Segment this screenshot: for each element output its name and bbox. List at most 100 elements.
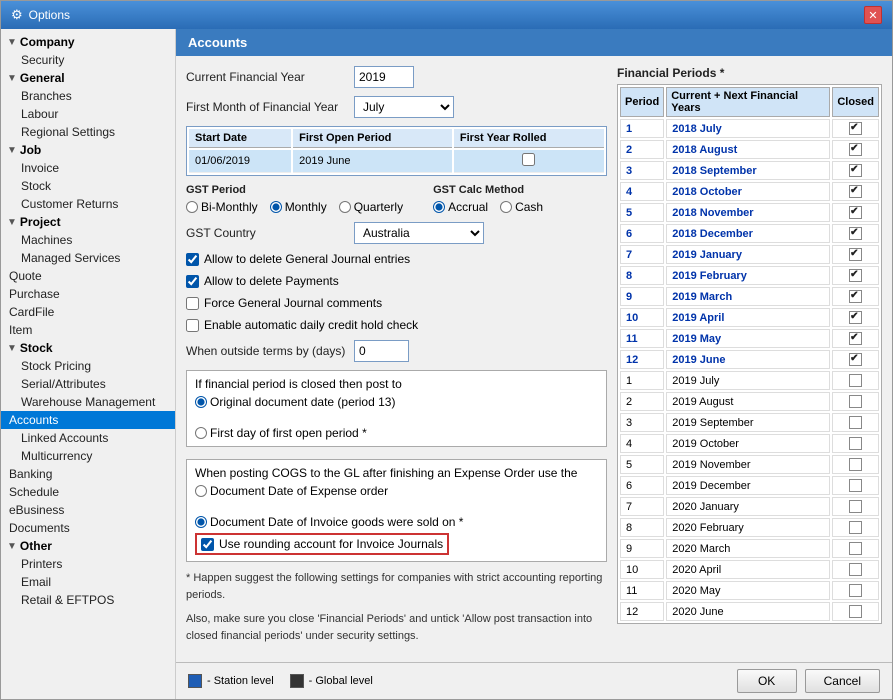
table-row[interactable]: 82020 February xyxy=(620,518,879,537)
sidebar-item-regional[interactable]: Regional Settings xyxy=(1,123,175,141)
period-closed-checkbox[interactable] xyxy=(849,164,862,177)
ok-button[interactable]: OK xyxy=(737,669,797,693)
period-closed-checkbox[interactable] xyxy=(849,437,862,450)
gst-bimonthly-radio[interactable] xyxy=(186,201,198,213)
table-row[interactable]: 92020 March xyxy=(620,539,879,558)
table-row[interactable]: 62019 December xyxy=(620,476,879,495)
sidebar-item-banking[interactable]: Banking xyxy=(1,465,175,483)
period-closed-checkbox[interactable] xyxy=(849,500,862,513)
original-date-option[interactable]: Original document date (period 13) xyxy=(195,395,598,409)
sidebar-item-multicurrency[interactable]: Multicurrency xyxy=(1,447,175,465)
sidebar-item-printers[interactable]: Printers xyxy=(1,555,175,573)
original-date-radio[interactable] xyxy=(195,396,207,408)
first-rolled-checkbox[interactable] xyxy=(522,153,535,166)
sidebar-item-general[interactable]: ▼ General xyxy=(1,69,175,87)
gst-bimonthly-option[interactable]: Bi-Monthly xyxy=(186,200,258,214)
period-closed-checkbox[interactable] xyxy=(849,227,862,240)
table-row[interactable]: 72019 January xyxy=(620,245,879,264)
period-closed-checkbox[interactable] xyxy=(849,605,862,618)
table-row[interactable]: 52019 November xyxy=(620,455,879,474)
sidebar-item-warehouse[interactable]: Warehouse Management xyxy=(1,393,175,411)
period-closed-checkbox[interactable] xyxy=(849,122,862,135)
sidebar-item-email[interactable]: Email xyxy=(1,573,175,591)
sidebar-item-security[interactable]: Security xyxy=(1,51,175,69)
invoice-date-radio[interactable] xyxy=(195,516,207,528)
period-closed-checkbox[interactable] xyxy=(849,143,862,156)
period-closed-checkbox[interactable] xyxy=(849,584,862,597)
gst-accrual-radio[interactable] xyxy=(433,201,445,213)
table-row[interactable]: 22019 August xyxy=(620,392,879,411)
period-closed-checkbox[interactable] xyxy=(849,248,862,261)
sidebar-item-company[interactable]: ▼ Company xyxy=(1,33,175,51)
sidebar-item-quote[interactable]: Quote xyxy=(1,267,175,285)
financial-year-input[interactable] xyxy=(354,66,414,88)
table-row[interactable]: 72020 January xyxy=(620,497,879,516)
sidebar-item-stockpricing[interactable]: Stock Pricing xyxy=(1,357,175,375)
sidebar-item-machines[interactable]: Machines xyxy=(1,231,175,249)
sidebar-item-job[interactable]: ▼ Job xyxy=(1,141,175,159)
period-closed-checkbox[interactable] xyxy=(849,311,862,324)
period-closed-checkbox[interactable] xyxy=(849,416,862,429)
delete-journal-checkbox[interactable] xyxy=(186,253,199,266)
sidebar-item-invoice[interactable]: Invoice xyxy=(1,159,175,177)
sidebar-item-serialattrib[interactable]: Serial/Attributes xyxy=(1,375,175,393)
first-month-select[interactable]: July xyxy=(354,96,454,118)
table-row[interactable]: 102019 April xyxy=(620,308,879,327)
table-row[interactable]: 112020 May xyxy=(620,581,879,600)
sidebar-item-ebusiness[interactable]: eBusiness xyxy=(1,501,175,519)
auto-credit-checkbox[interactable] xyxy=(186,319,199,332)
period-closed-checkbox[interactable] xyxy=(849,269,862,282)
sidebar-item-stock-group[interactable]: ▼ Stock xyxy=(1,339,175,357)
gst-accrual-option[interactable]: Accrual xyxy=(433,200,488,214)
expense-date-radio[interactable] xyxy=(195,485,207,497)
first-day-option[interactable]: First day of first open period * xyxy=(195,426,598,440)
sidebar-item-managedservices[interactable]: Managed Services xyxy=(1,249,175,267)
period-closed-checkbox[interactable] xyxy=(849,542,862,555)
gst-monthly-option[interactable]: Monthly xyxy=(270,200,327,214)
sidebar-item-branches[interactable]: Branches xyxy=(1,87,175,105)
sidebar-item-accounts[interactable]: Accounts xyxy=(1,411,175,429)
table-row[interactable]: 92019 March xyxy=(620,287,879,306)
gst-country-select[interactable]: Australia New Zealand xyxy=(354,222,484,244)
table-row[interactable]: 42018 October xyxy=(620,182,879,201)
invoice-date-option[interactable]: Document Date of Invoice goods were sold… xyxy=(195,515,598,529)
sidebar-item-schedule[interactable]: Schedule xyxy=(1,483,175,501)
period-closed-checkbox[interactable] xyxy=(849,353,862,366)
period-closed-checkbox[interactable] xyxy=(849,206,862,219)
sidebar-item-customerreturns[interactable]: Customer Returns xyxy=(1,195,175,213)
force-comments-checkbox[interactable] xyxy=(186,297,199,310)
period-closed-checkbox[interactable] xyxy=(849,374,862,387)
gst-cash-option[interactable]: Cash xyxy=(500,200,543,214)
sidebar-item-retaileftpos[interactable]: Retail & EFTPOS xyxy=(1,591,175,609)
period-closed-checkbox[interactable] xyxy=(849,479,862,492)
sidebar-item-item[interactable]: Item xyxy=(1,321,175,339)
table-row[interactable]: 112019 May xyxy=(620,329,879,348)
table-row[interactable]: 01/06/2019 2019 June xyxy=(189,150,604,173)
gst-quarterly-option[interactable]: Quarterly xyxy=(339,200,403,214)
table-row[interactable]: 32019 September xyxy=(620,413,879,432)
table-row[interactable]: 12018 July xyxy=(620,119,879,138)
sidebar-item-purchase[interactable]: Purchase xyxy=(1,285,175,303)
period-closed-checkbox[interactable] xyxy=(849,458,862,471)
table-row[interactable]: 102020 April xyxy=(620,560,879,579)
table-row[interactable]: 12019 July xyxy=(620,371,879,390)
gst-monthly-radio[interactable] xyxy=(270,201,282,213)
period-closed-checkbox[interactable] xyxy=(849,563,862,576)
period-closed-checkbox[interactable] xyxy=(849,290,862,303)
cancel-button[interactable]: Cancel xyxy=(805,669,880,693)
period-closed-checkbox[interactable] xyxy=(849,332,862,345)
period-closed-checkbox[interactable] xyxy=(849,521,862,534)
gst-cash-radio[interactable] xyxy=(500,201,512,213)
period-closed-checkbox[interactable] xyxy=(849,185,862,198)
delete-payments-checkbox[interactable] xyxy=(186,275,199,288)
gst-quarterly-radio[interactable] xyxy=(339,201,351,213)
table-row[interactable]: 52018 November xyxy=(620,203,879,222)
table-row[interactable]: 22018 August xyxy=(620,140,879,159)
sidebar-item-labour[interactable]: Labour xyxy=(1,105,175,123)
first-day-radio[interactable] xyxy=(195,427,207,439)
outside-terms-input[interactable] xyxy=(354,340,409,362)
period-closed-checkbox[interactable] xyxy=(849,395,862,408)
expense-date-option[interactable]: Document Date of Expense order xyxy=(195,484,598,498)
sidebar-item-stock-job[interactable]: Stock xyxy=(1,177,175,195)
sidebar-item-cardfile[interactable]: CardFile xyxy=(1,303,175,321)
